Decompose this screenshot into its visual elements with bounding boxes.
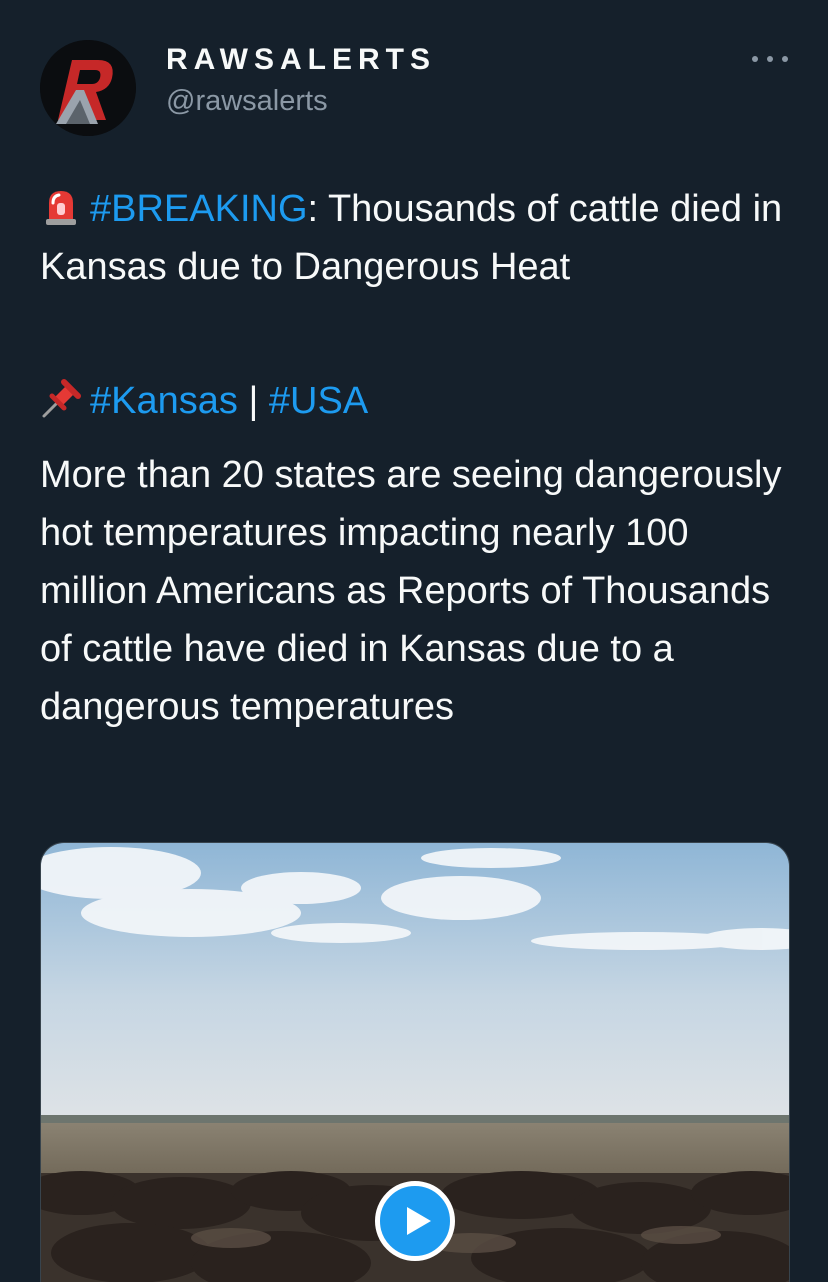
rawsalerts-logo-icon: [40, 40, 136, 136]
avatar[interactable]: [40, 40, 136, 136]
hashtag-usa[interactable]: #USA: [269, 380, 368, 422]
hashtag-breaking[interactable]: #BREAKING: [90, 188, 308, 230]
hashtag-kansas[interactable]: #Kansas: [90, 380, 238, 422]
more-options-button[interactable]: [752, 44, 788, 74]
video-preview[interactable]: [40, 842, 790, 1282]
user-handle[interactable]: @rawsalerts: [166, 84, 328, 118]
play-icon: [407, 1207, 431, 1235]
play-button[interactable]: [375, 1181, 455, 1261]
more-dot: [752, 56, 758, 62]
display-name[interactable]: RAWSALERTS: [166, 42, 436, 78]
pushpin-icon: [40, 377, 82, 419]
rotating-light-icon: [40, 185, 82, 227]
tweet-tags: #Kansas | #USA: [40, 372, 800, 430]
hashtag-separator: |: [237, 380, 269, 422]
more-dot: [767, 56, 773, 62]
tweet: RAWSALERTS @rawsalerts #BREAKING: Thousa…: [0, 0, 828, 1282]
tweet-body: More than 20 states are seeing dangerous…: [40, 454, 782, 728]
tweet-headline: #BREAKING: Thousands of cattle died in K…: [40, 180, 800, 296]
more-dot: [782, 56, 788, 62]
